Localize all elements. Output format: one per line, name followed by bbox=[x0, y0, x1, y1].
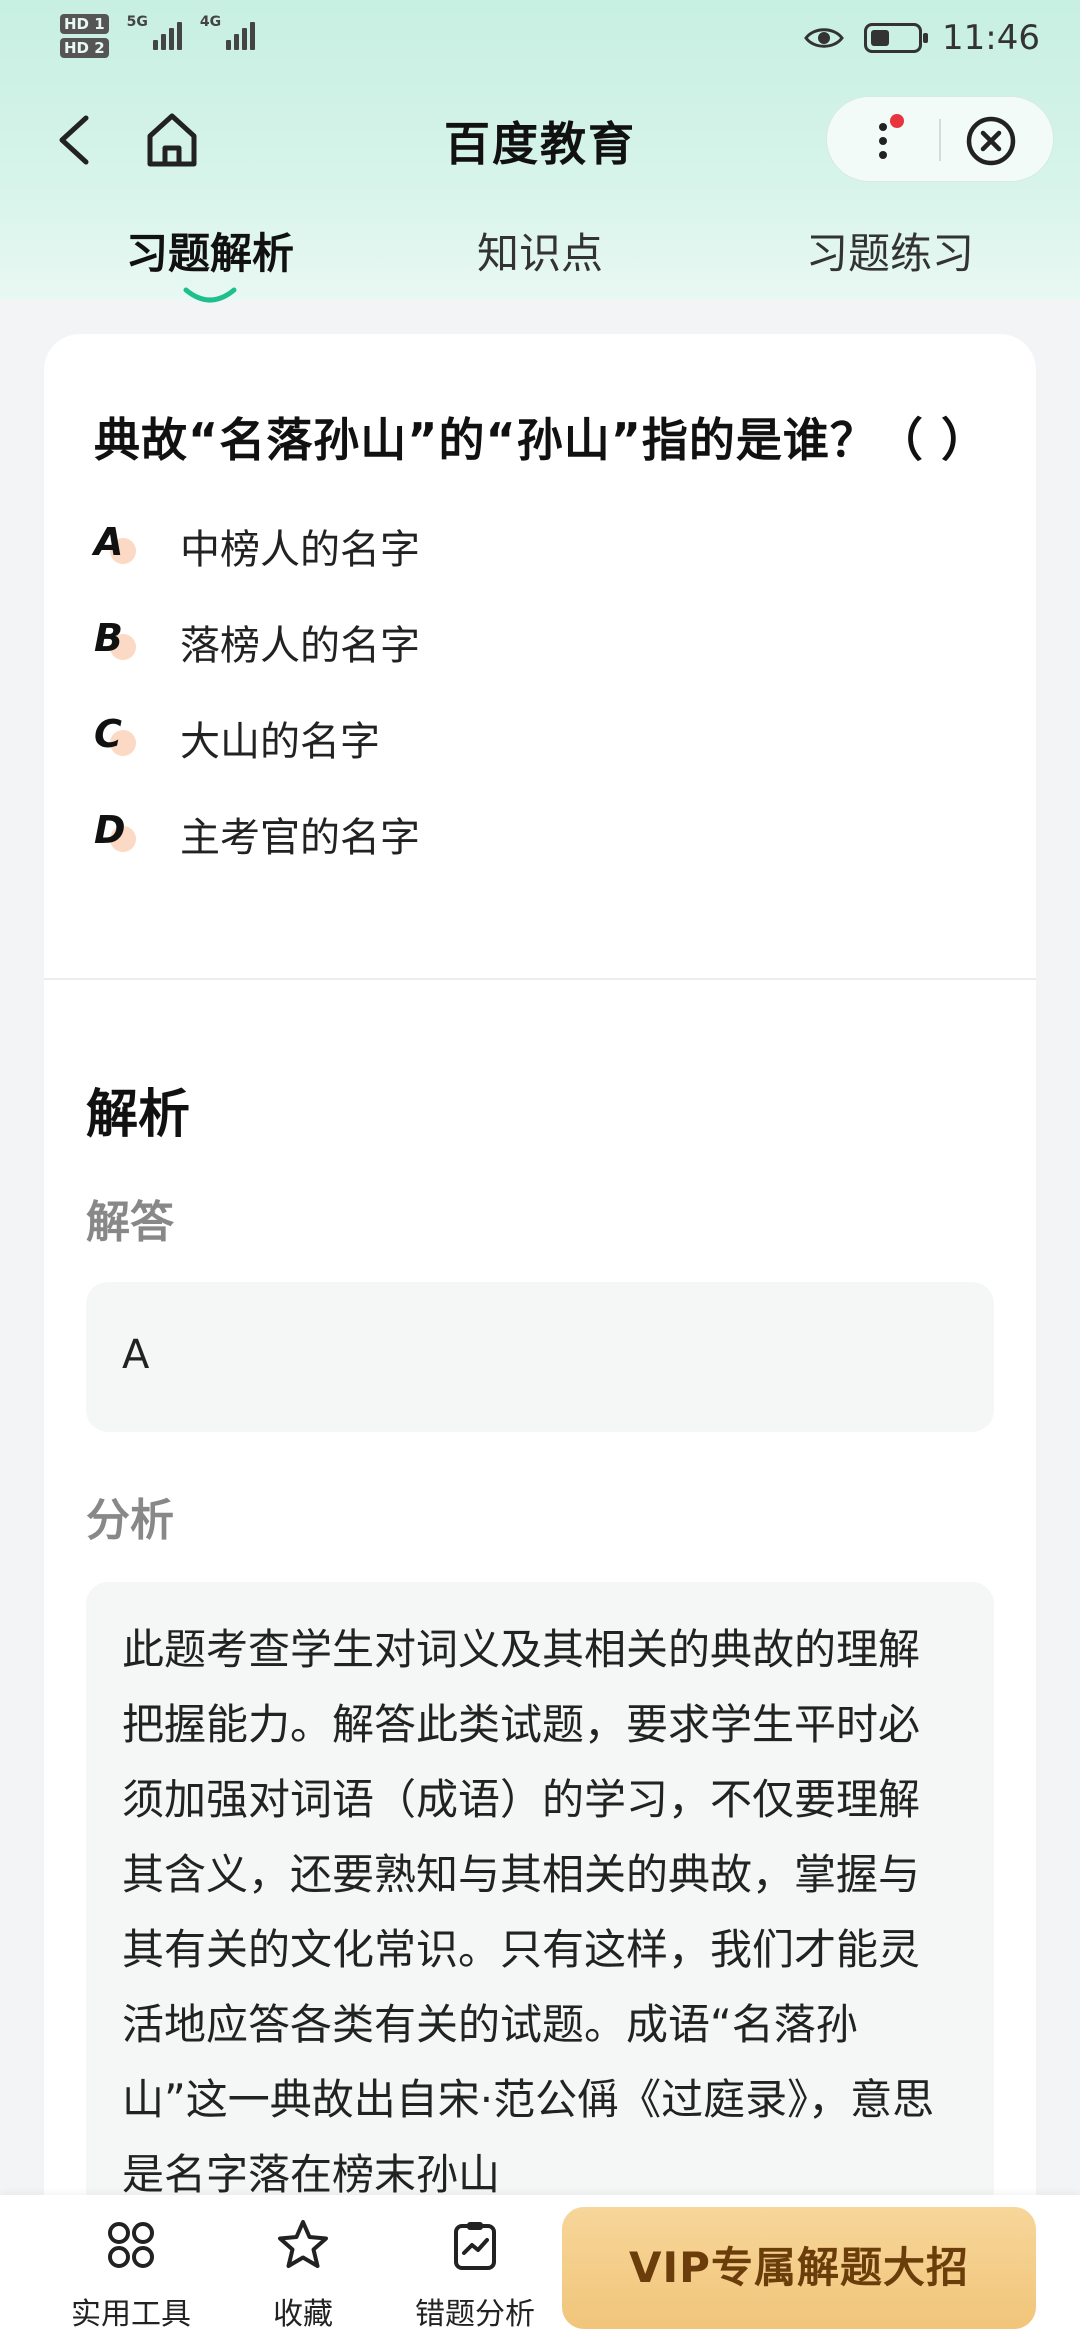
capsule-divider bbox=[939, 119, 941, 161]
favorite-label: 收藏 bbox=[273, 2297, 333, 2332]
mini-program-capsule bbox=[826, 96, 1054, 182]
active-tab-indicator bbox=[183, 287, 237, 303]
tab-exercise-practice[interactable]: 习题练习 bbox=[780, 220, 1000, 281]
option-letter: C bbox=[94, 708, 150, 768]
option-d[interactable]: D 主考官的名字 bbox=[94, 804, 420, 864]
network-status: HD 1 HD 2 5G 4G bbox=[60, 14, 256, 58]
option-text: 大山的名字 bbox=[180, 719, 380, 765]
status-time: 11:46 bbox=[942, 18, 1040, 58]
battery-icon bbox=[864, 23, 929, 53]
explanation-title: 解析 bbox=[86, 1085, 191, 1145]
signal-5g-icon: 5G bbox=[127, 14, 182, 50]
option-text: 主考官的名字 bbox=[180, 815, 420, 861]
question-card: 典故“名落孙山”的“孙山”指的是谁？（ ） A 中榜人的名字 B 落榜人的名字 … bbox=[44, 334, 1036, 2282]
grid-icon bbox=[108, 2222, 154, 2268]
more-icon[interactable] bbox=[869, 111, 909, 169]
option-a[interactable]: A 中榜人的名字 bbox=[94, 516, 420, 576]
option-letter: A bbox=[94, 516, 150, 576]
analysis-label: 分析 bbox=[86, 1495, 174, 1546]
clipboard-chart-icon bbox=[454, 2222, 496, 2270]
answer-label: 解答 bbox=[86, 1197, 174, 1248]
status-bar: HD 1 HD 2 5G 4G 11:46 bbox=[0, 0, 1080, 84]
tab-exercise-analysis[interactable]: 习题解析 bbox=[122, 220, 298, 281]
answer-value: A bbox=[122, 1332, 150, 1378]
favorite-button[interactable]: 收藏 bbox=[218, 2195, 388, 2340]
network-label-4g: 4G bbox=[199, 14, 222, 30]
analysis-box: 此题考查学生对词义及其相关的典故的理解把握能力。解答此类试题，要求学生平时必须加… bbox=[86, 1582, 994, 2282]
analysis-text: 此题考查学生对词义及其相关的典故的理解把握能力。解答此类试题，要求学生平时必须加… bbox=[122, 1625, 935, 2199]
bottom-toolbar: 实用工具 收藏 错题分析 VIP专属解题大招 bbox=[0, 2195, 1080, 2340]
tab-bar: 习题解析 知识点 习题练习 bbox=[0, 210, 1080, 303]
tools-label: 实用工具 bbox=[71, 2297, 191, 2332]
question-text: 典故“名落孙山”的“孙山”指的是谁？（ ） bbox=[94, 413, 988, 467]
status-right: 11:46 bbox=[804, 18, 1040, 58]
option-c[interactable]: C 大山的名字 bbox=[94, 708, 380, 768]
vip-label: VIP专属解题大招 bbox=[629, 2243, 969, 2292]
option-letter: D bbox=[94, 804, 150, 864]
hd2-badge: HD 2 bbox=[60, 38, 109, 58]
signal-4g-icon: 4G bbox=[199, 14, 256, 50]
notification-dot bbox=[890, 114, 904, 128]
eye-icon bbox=[804, 28, 844, 48]
star-icon bbox=[278, 2220, 328, 2268]
nav-bar: 百度教育 bbox=[0, 90, 1080, 190]
mistake-analysis-button[interactable]: 错题分析 bbox=[390, 2195, 560, 2340]
close-icon[interactable] bbox=[965, 115, 1017, 167]
mistake-analysis-label: 错题分析 bbox=[415, 2297, 535, 2332]
hd1-badge: HD 1 bbox=[60, 14, 109, 34]
option-b[interactable]: B 落榜人的名字 bbox=[94, 612, 420, 672]
option-letter: B bbox=[94, 612, 150, 672]
vip-solution-button[interactable]: VIP专属解题大招 bbox=[562, 2207, 1036, 2329]
tools-button[interactable]: 实用工具 bbox=[46, 2195, 216, 2340]
section-divider bbox=[44, 978, 1036, 980]
network-label-5g: 5G bbox=[126, 14, 148, 30]
answer-box: A bbox=[86, 1282, 994, 1432]
option-text: 中榜人的名字 bbox=[180, 527, 420, 573]
tab-knowledge-points[interactable]: 知识点 bbox=[470, 220, 610, 281]
option-text: 落榜人的名字 bbox=[180, 623, 420, 669]
